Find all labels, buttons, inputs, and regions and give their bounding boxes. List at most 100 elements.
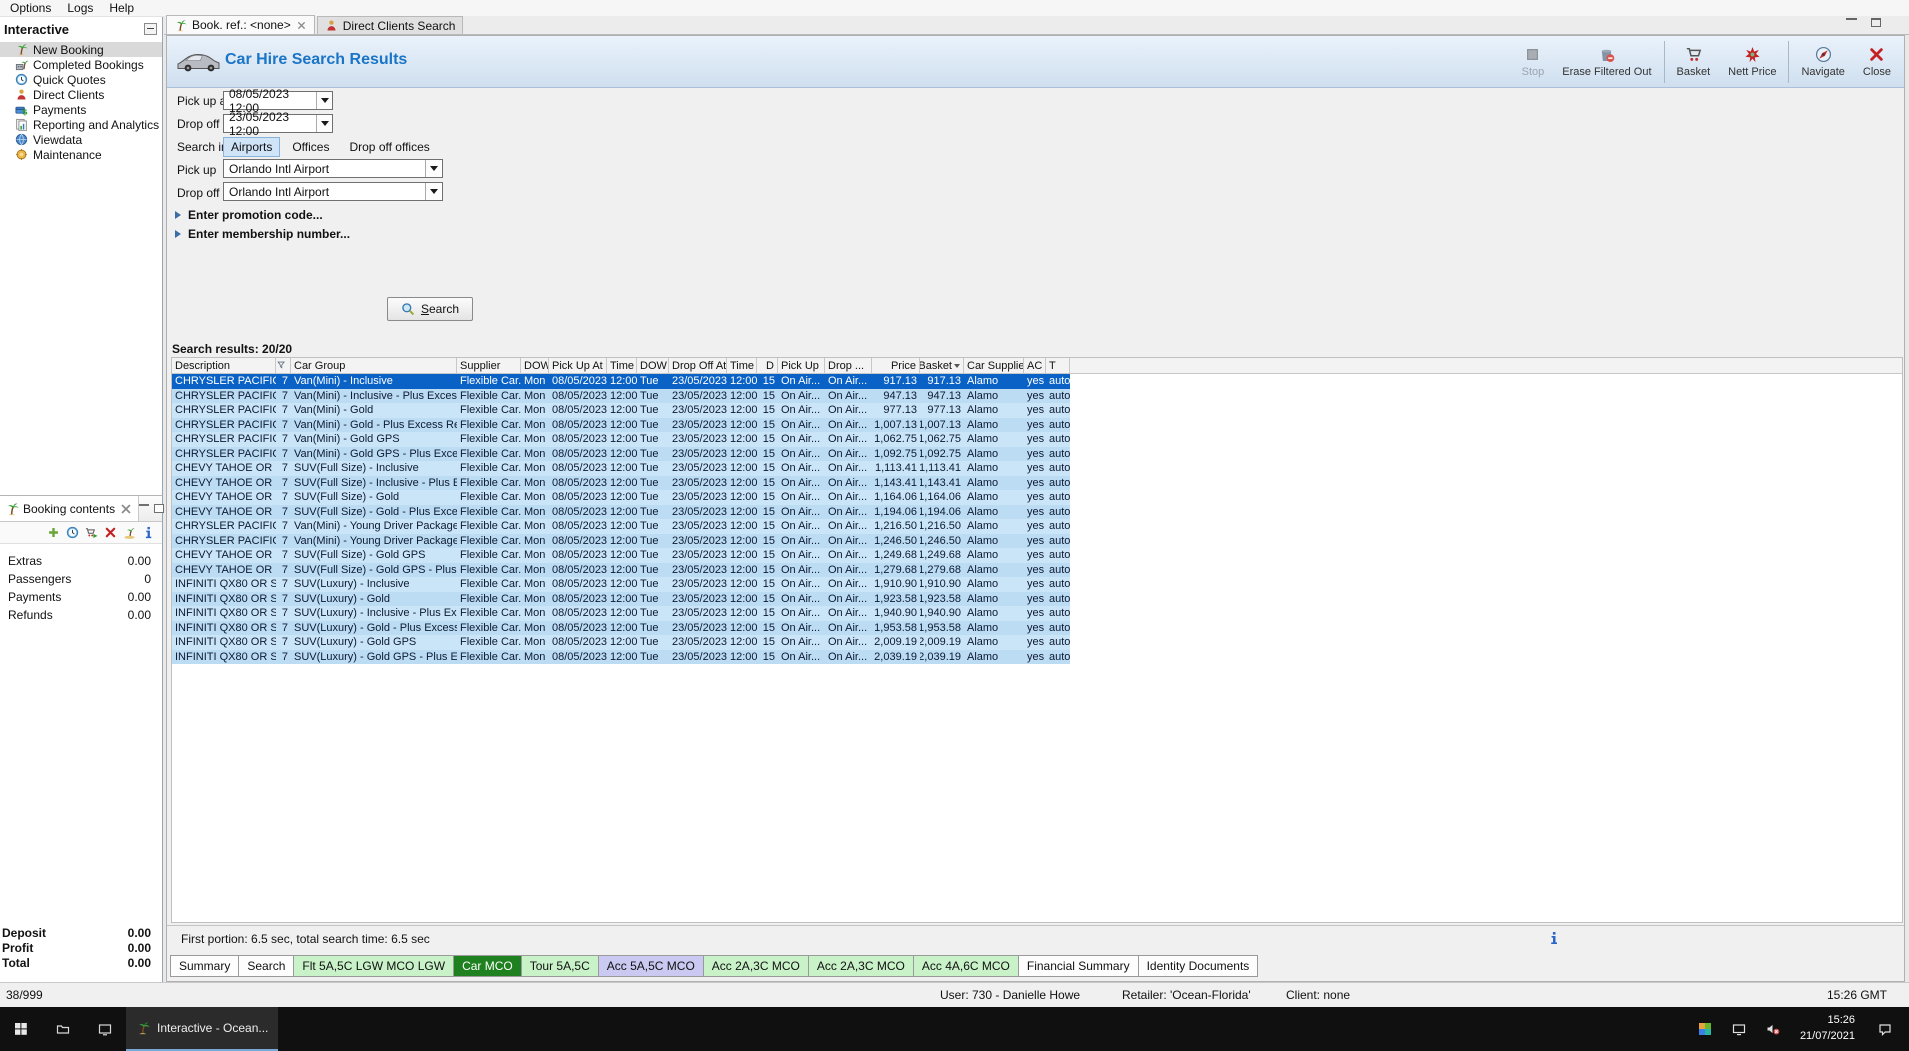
result-row[interactable]: CHRYSLER PACIFIC... 7 Van(Mini) - Inclusiv… bbox=[172, 374, 1070, 389]
result-row[interactable]: CHEVY TAHOE OR ... 7 SUV(Full Size) - Gold… bbox=[172, 504, 1070, 519]
result-row[interactable]: INFINITI QX80 OR SI... 7 SUV(Luxury) - Gol… bbox=[172, 591, 1070, 606]
result-row[interactable]: CHRYSLER PACIFIC... 7 Van(Mini) - Gold GPS… bbox=[172, 432, 1070, 447]
result-row[interactable]: INFINITI QX80 OR SI... 7 SUV(Luxury) - Gol… bbox=[172, 620, 1070, 635]
section-tab-financial-summary[interactable]: Financial Summary bbox=[1017, 955, 1139, 977]
result-row[interactable]: INFINITI QX80 OR SI... 7 SUV(Luxury) - Inc… bbox=[172, 577, 1070, 592]
quick-quote-icon[interactable] bbox=[66, 526, 79, 539]
basket-button[interactable]: Basket bbox=[1668, 46, 1720, 78]
column-header-t[interactable]: T bbox=[1046, 358, 1070, 373]
taskbar-clock[interactable]: 15:26 21/07/2021 bbox=[1792, 1013, 1863, 1045]
search-button[interactable]: Search bbox=[387, 297, 473, 321]
result-row[interactable]: CHRYSLER PACIFIC... 7 Van(Mini) - Young Dr… bbox=[172, 533, 1070, 548]
search-in-option-offices[interactable]: Offices bbox=[284, 137, 337, 157]
menu-item-help[interactable]: Help bbox=[101, 0, 142, 16]
start-button[interactable] bbox=[0, 1007, 42, 1051]
column-header-supplier[interactable]: Supplier bbox=[457, 358, 521, 373]
column-header-s[interactable]: S bbox=[276, 358, 291, 373]
column-header-car-supplier[interactable]: Car Supplier bbox=[964, 358, 1024, 373]
membership-number-expander[interactable]: Enter membership number... bbox=[175, 227, 350, 241]
erase-filtered-out-button[interactable]: Erase Filtered Out bbox=[1553, 46, 1660, 78]
column-header-time[interactable]: Time bbox=[727, 358, 757, 373]
tab-direct-clients-search[interactable]: Direct Clients Search bbox=[316, 16, 464, 34]
delete-icon[interactable] bbox=[104, 526, 117, 539]
tab-booking-ref[interactable]: Book. ref.: <none> bbox=[166, 15, 315, 34]
column-header-description[interactable]: Description bbox=[172, 358, 276, 373]
search-in-option-airports[interactable]: Airports bbox=[223, 137, 281, 157]
sidebar-collapse-icon[interactable] bbox=[144, 23, 157, 35]
section-tab-identity-documents[interactable]: Identity Documents bbox=[1137, 955, 1259, 977]
column-header-price[interactable]: Price bbox=[872, 358, 920, 373]
column-header-dow[interactable]: DOW bbox=[637, 358, 669, 373]
section-tab-tour-5a-5c[interactable]: Tour 5A,5C bbox=[520, 955, 599, 977]
section-tab-acc-4a-6c-mco[interactable]: Acc 4A,6C MCO bbox=[912, 955, 1019, 977]
result-row[interactable]: CHEVY TAHOE OR ... 7 SUV(Full Size) - Incl… bbox=[172, 461, 1070, 476]
booking-contents-row-payments[interactable]: Payments 0.00 bbox=[0, 588, 162, 606]
column-header-d[interactable]: D bbox=[757, 358, 778, 373]
result-row[interactable]: CHEVY TAHOE OR ... 7 SUV(Full Size) - Gold… bbox=[172, 490, 1070, 505]
info-icon[interactable] bbox=[142, 526, 155, 539]
booking-contents-row-passengers[interactable]: Passengers 0 bbox=[0, 570, 162, 588]
action-center-icon[interactable] bbox=[1867, 1007, 1903, 1051]
sidebar-item-quick-quotes[interactable]: Quick Quotes bbox=[0, 72, 162, 87]
column-header-drop-[interactable]: Drop ... bbox=[825, 358, 872, 373]
chevron-down-icon[interactable] bbox=[425, 183, 442, 200]
section-tab-acc-2a-3c-mco[interactable]: Acc 2A,3C MCO bbox=[807, 955, 914, 977]
sidebar-item-reporting-and-analytics[interactable]: Reporting and Analytics bbox=[0, 117, 162, 132]
result-row[interactable]: CHRYSLER PACIFIC... 7 Van(Mini) - Gold Flex… bbox=[172, 403, 1070, 418]
booking-contents-row-refunds[interactable]: Refunds 0.00 bbox=[0, 606, 162, 624]
menu-item-logs[interactable]: Logs bbox=[59, 0, 101, 16]
column-header-drop-off-at[interactable]: Drop Off At bbox=[669, 358, 727, 373]
nett-price-button[interactable]: Nett Price bbox=[1719, 46, 1785, 78]
column-header-car-group[interactable]: Car Group bbox=[291, 358, 457, 373]
menu-item-options[interactable]: Options bbox=[2, 0, 59, 16]
island-icon[interactable] bbox=[123, 526, 136, 539]
antivirus-tray-icon[interactable] bbox=[1690, 1007, 1720, 1051]
sidebar-item-payments[interactable]: $ Payments bbox=[0, 102, 162, 117]
result-row[interactable]: INFINITI QX80 OR SI... 7 SUV(Luxury) - Inc… bbox=[172, 606, 1070, 621]
result-row[interactable]: CHRYSLER PACIFIC... 7 Van(Mini) - Inclusiv… bbox=[172, 388, 1070, 403]
window-maximize-icon[interactable] bbox=[1871, 17, 1881, 27]
sidebar-item-maintenance[interactable]: Maintenance bbox=[0, 147, 162, 162]
result-row[interactable]: CHEVY TAHOE OR ... 7 SUV(Full Size) - Gold… bbox=[172, 548, 1070, 563]
section-tab-acc-2a-3c-mco[interactable]: Acc 2A,3C MCO bbox=[702, 955, 809, 977]
section-tab-search[interactable]: Search bbox=[238, 955, 295, 977]
result-row[interactable]: CHRYSLER PACIFIC... 7 Van(Mini) - Gold - P… bbox=[172, 417, 1070, 432]
result-row[interactable]: INFINITI QX80 OR SI... 7 SUV(Luxury) - Gol… bbox=[172, 635, 1070, 650]
result-row[interactable]: CHRYSLER PACIFIC... 7 Van(Mini) - Gold GPS… bbox=[172, 446, 1070, 461]
column-header-ac[interactable]: AC bbox=[1024, 358, 1046, 373]
section-tab-flt-5a-5c-lgw-mco-lgw[interactable]: Flt 5A,5C LGW MCO LGW bbox=[293, 955, 455, 977]
result-row[interactable]: CHEVY TAHOE OR ... 7 SUV(Full Size) - Incl… bbox=[172, 475, 1070, 490]
promotion-code-expander[interactable]: Enter promotion code... bbox=[175, 208, 323, 222]
result-row[interactable]: CHRYSLER PACIFIC... 7 Van(Mini) - Young Dr… bbox=[172, 519, 1070, 534]
column-header-time[interactable]: Time bbox=[607, 358, 637, 373]
pickup-location-select[interactable]: Orlando Intl Airport bbox=[223, 159, 443, 178]
column-header-dow[interactable]: DOW bbox=[521, 358, 549, 373]
task-view-button[interactable] bbox=[84, 1007, 126, 1051]
taskbar-app-button[interactable]: Interactive - Ocean... bbox=[126, 1007, 279, 1051]
result-row[interactable]: INFINITI QX80 OR SI... 7 SUV(Luxury) - Gol… bbox=[172, 649, 1070, 664]
navigate-button[interactable]: Navigate bbox=[1792, 46, 1853, 78]
info-icon[interactable] bbox=[1547, 931, 1561, 945]
pickup-at-input[interactable]: 08/05/2023 12:00 bbox=[223, 87, 333, 115]
search-in-option-drop-off-offices[interactable]: Drop off offices bbox=[341, 137, 437, 157]
booking-contents-row-extras[interactable]: Extras 0.00 bbox=[0, 552, 162, 570]
result-row[interactable]: CHEVY TAHOE OR ... 7 SUV(Full Size) - Gold… bbox=[172, 562, 1070, 577]
sidebar-item-completed-bookings[interactable]: Completed Bookings bbox=[0, 57, 162, 72]
column-header-basket[interactable]: Basket bbox=[920, 358, 964, 373]
dropoff-at-input[interactable]: 23/05/2023 12:00 bbox=[223, 110, 333, 138]
window-minimize-icon[interactable] bbox=[1846, 17, 1857, 27]
chevron-down-icon[interactable] bbox=[425, 160, 442, 177]
network-tray-icon[interactable] bbox=[1724, 1007, 1754, 1051]
tab-close-icon[interactable] bbox=[296, 20, 307, 31]
basket-add-icon[interactable] bbox=[85, 526, 98, 539]
section-tab-acc-5a-5c-mco[interactable]: Acc 5A,5C MCO bbox=[597, 955, 704, 977]
column-header-pick-up[interactable]: Pick Up bbox=[778, 358, 825, 373]
sidebar-item-viewdata[interactable]: Viewdata bbox=[0, 132, 162, 147]
booking-contents-tab[interactable]: Booking contents bbox=[0, 496, 140, 521]
file-explorer-button[interactable] bbox=[42, 1007, 84, 1051]
section-tab-car-mco[interactable]: Car MCO bbox=[453, 955, 522, 977]
add-icon[interactable] bbox=[47, 526, 60, 539]
close-button[interactable]: Close bbox=[1854, 46, 1900, 78]
minimize-icon[interactable] bbox=[139, 504, 150, 513]
column-header-pick-up-at[interactable]: Pick Up At bbox=[549, 358, 607, 373]
